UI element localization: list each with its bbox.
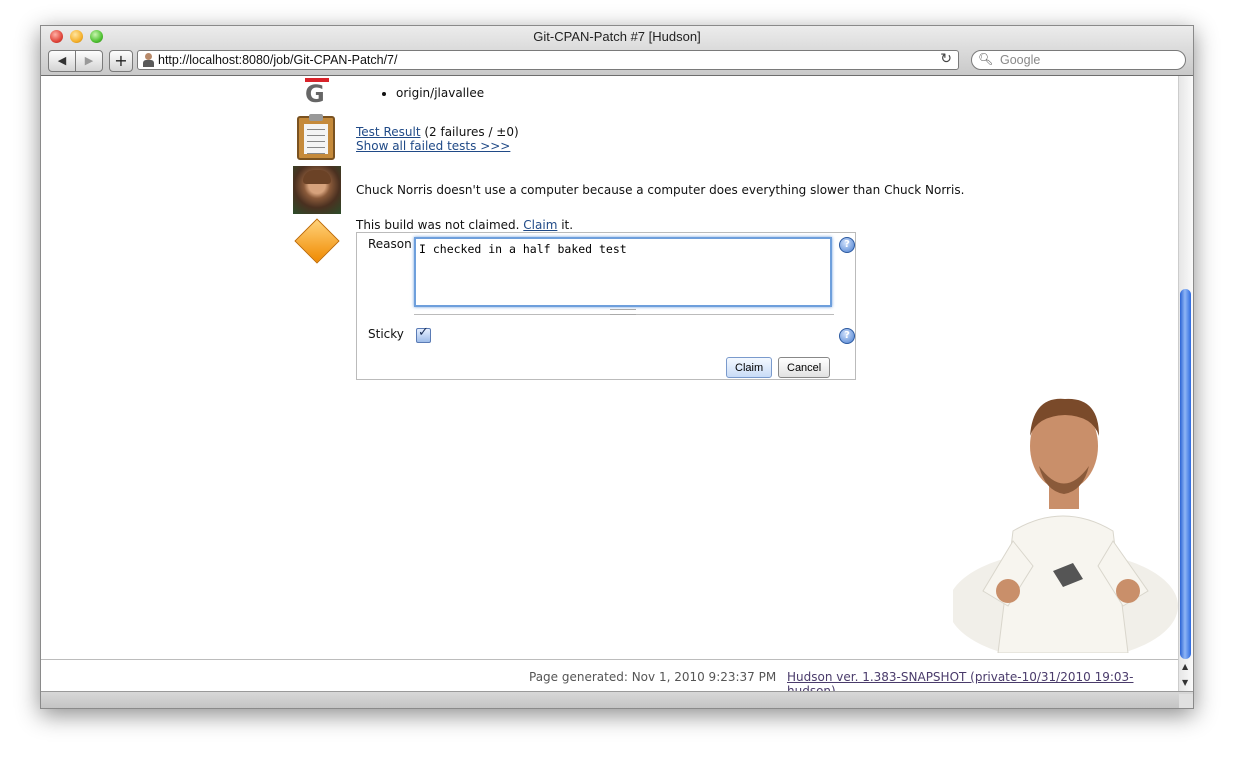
- page-generated-text: Page generated: Nov 1, 2010 9:23:37 PM: [529, 670, 777, 684]
- add-bookmark-button[interactable]: +: [109, 50, 133, 72]
- vertical-scrollbar[interactable]: ▲ ▼: [1178, 76, 1193, 694]
- reason-textarea[interactable]: [414, 237, 832, 307]
- nav-buttons: ◀ ▶: [48, 50, 103, 72]
- status-bar: [41, 691, 1193, 708]
- search-input[interactable]: [998, 52, 1182, 68]
- back-button[interactable]: ◀: [49, 51, 75, 71]
- scroll-down-icon[interactable]: ▼: [1182, 678, 1188, 687]
- test-result-summary: (2 failures / ±0): [420, 125, 519, 139]
- sticky-help-icon[interactable]: ?: [839, 328, 855, 344]
- scrollbar-thumb[interactable]: [1180, 289, 1191, 659]
- git-icon: G: [305, 76, 329, 106]
- browser-window: Git-CPAN-Patch #7 [Hudson] ◀ ▶ + http://…: [40, 25, 1194, 709]
- page-footer: Page generated: Nov 1, 2010 9:23:37 PM H…: [41, 659, 1180, 694]
- url-text[interactable]: http://localhost:8080/job/Git-CPAN-Patch…: [158, 53, 397, 67]
- chuck-norris-quote: Chuck Norris doesn't use a computer beca…: [356, 183, 965, 197]
- clipboard-icon: [297, 114, 335, 160]
- textarea-resize-grip[interactable]: [610, 309, 636, 315]
- window-title: Git-CPAN-Patch #7 [Hudson]: [533, 29, 701, 44]
- reason-wrapper: [414, 237, 834, 315]
- scroll-up-icon[interactable]: ▲: [1182, 662, 1188, 671]
- claim-prefix: This build was not claimed.: [356, 218, 524, 232]
- cancel-button[interactable]: Cancel: [778, 357, 831, 378]
- claim-button[interactable]: Claim: [726, 357, 773, 378]
- sticky-label: Sticky: [368, 327, 404, 341]
- search-icon[interactable]: 🔍︎: [978, 52, 993, 66]
- sticky-checkbox[interactable]: ✓: [416, 325, 431, 343]
- reason-help-icon[interactable]: ?: [839, 237, 855, 253]
- list-item: origin/jlavallee: [396, 86, 484, 100]
- chuck-norris-image: [953, 398, 1178, 653]
- branch-list: origin/jlavallee: [382, 86, 484, 100]
- reload-icon[interactable]: ↻: [940, 51, 952, 67]
- title-bar: Git-CPAN-Patch #7 [Hudson] ◀ ▶ + http://…: [41, 26, 1193, 76]
- claim-suffix: it.: [557, 218, 574, 232]
- show-failed-tests-link[interactable]: Show all failed tests >>>: [356, 139, 510, 153]
- claim-status-line: This build was not claimed. Claim it.: [356, 218, 573, 232]
- forward-button[interactable]: ▶: [75, 51, 102, 71]
- address-bar[interactable]: http://localhost:8080/job/Git-CPAN-Patch…: [137, 50, 959, 70]
- claim-link[interactable]: Claim: [523, 218, 557, 232]
- test-result-link[interactable]: Test Result: [356, 125, 421, 139]
- claim-form: Reason ? Sticky ✓ ? Claim Cancel: [356, 232, 856, 380]
- search-bar[interactable]: 🔍︎: [971, 50, 1186, 70]
- hudson-favicon-icon: [142, 53, 155, 67]
- test-result-line: Test Result (2 failures / ±0): [356, 125, 519, 139]
- page-content: G origin/jlavallee Test Result (2 failur…: [41, 76, 1180, 694]
- checkmark-icon: ✓: [418, 325, 429, 340]
- reason-label: Reason: [368, 237, 412, 251]
- resize-corner[interactable]: [1179, 694, 1193, 708]
- chuck-norris-avatar: [293, 166, 341, 214]
